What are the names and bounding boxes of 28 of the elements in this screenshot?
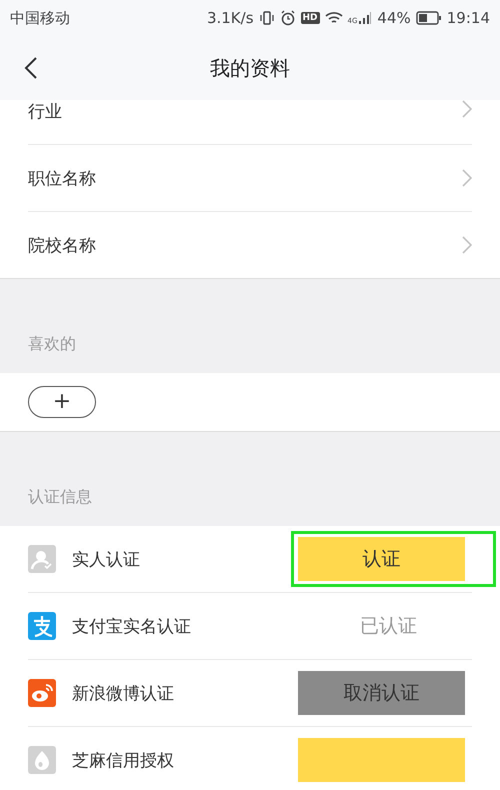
chevron-icon bbox=[462, 100, 472, 118]
verified-status: 已认证 bbox=[359, 614, 418, 639]
signal-icon bbox=[358, 11, 372, 25]
payment-app-icon bbox=[28, 612, 56, 640]
verification-label: 支付宝实名认证 bbox=[72, 616, 192, 638]
verification-label: 实人认证 bbox=[72, 548, 141, 570]
clock-time: 19:14 bbox=[446, 9, 490, 27]
network-speed: 3.1K/s bbox=[206, 9, 254, 27]
add-button[interactable]: + bbox=[28, 386, 96, 418]
hd-badge: HD bbox=[300, 12, 320, 24]
alarm-icon bbox=[280, 10, 296, 26]
battery-percent: 44% bbox=[377, 9, 411, 27]
microblog-app-icon bbox=[28, 679, 56, 707]
verify-button[interactable]: 取消认证 bbox=[298, 671, 465, 715]
chevron-icon bbox=[462, 169, 472, 187]
vibrate-icon bbox=[258, 10, 275, 26]
section-heading: 认证信息 bbox=[28, 487, 92, 508]
page-title: 我的资料 bbox=[210, 54, 290, 82]
carrier-name: 中国移动 bbox=[10, 8, 70, 28]
section-heading: 喜欢的 bbox=[28, 334, 76, 355]
verification-label: 芝麻信用授权 bbox=[72, 750, 175, 772]
battery-icon bbox=[416, 11, 442, 25]
wifi-icon bbox=[324, 11, 343, 25]
person-check-icon bbox=[28, 545, 56, 573]
back-icon bbox=[24, 56, 38, 80]
verify-button[interactable]: 认证 bbox=[298, 537, 465, 581]
chevron-icon bbox=[462, 236, 472, 254]
verification-label: 新浪微博认证 bbox=[72, 682, 175, 704]
